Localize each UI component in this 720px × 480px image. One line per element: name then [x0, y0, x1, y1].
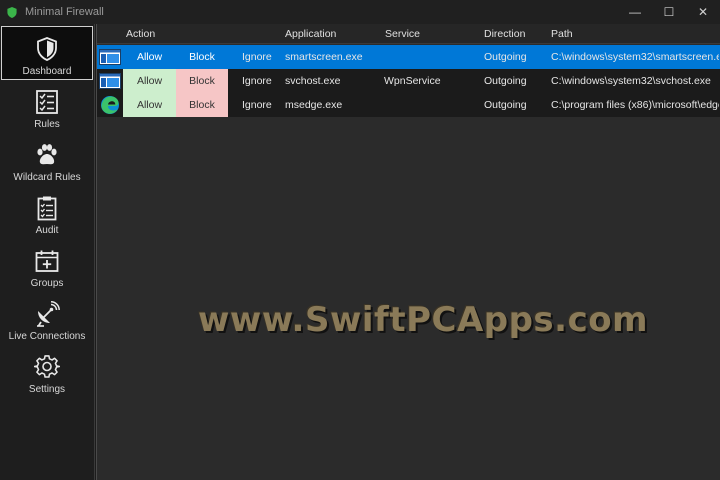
- dashboard-panel: Action Application Service Direction Pat…: [96, 24, 720, 480]
- column-header-direction[interactable]: Direction: [484, 28, 525, 40]
- checklist-icon: [36, 90, 58, 114]
- table-row[interactable]: Allow Block Ignore smartscreen.exe Outgo…: [97, 45, 720, 69]
- sidebar: Dashboard Rules Wildcard Rules Audit Gro…: [0, 24, 95, 480]
- column-header-path[interactable]: Path: [551, 28, 573, 40]
- watermark: www.SwiftPCApps.com: [198, 300, 649, 340]
- allow-button[interactable]: Allow: [123, 45, 176, 69]
- application-cell: smartscreen.exe: [285, 51, 363, 63]
- direction-cell: Outgoing: [484, 99, 527, 111]
- calendar-plus-icon: [35, 250, 59, 272]
- block-button[interactable]: Block: [176, 93, 228, 117]
- sidebar-item-label: Settings: [28, 384, 66, 395]
- shield-icon: [37, 37, 57, 61]
- sidebar-item-label: Dashboard: [22, 66, 72, 77]
- app-icon-cell: [97, 45, 123, 69]
- title-bar: Minimal Firewall — ☐ ✕: [0, 0, 720, 24]
- close-button[interactable]: ✕: [686, 0, 720, 24]
- sidebar-item-label: Audit: [35, 225, 59, 236]
- sidebar-item-label: Rules: [34, 119, 60, 130]
- sidebar-item-label: Live Connections: [8, 331, 86, 342]
- path-cell: C:\windows\system32\smartscreen.exe: [551, 51, 719, 63]
- sidebar-item-wildcard-rules[interactable]: Wildcard Rules: [0, 133, 94, 187]
- sidebar-item-dashboard[interactable]: Dashboard: [1, 26, 93, 80]
- app-icon-cell: [97, 93, 123, 117]
- edge-browser-icon: [101, 96, 119, 114]
- sidebar-item-settings[interactable]: Settings: [0, 345, 94, 399]
- window-app-icon: [99, 73, 121, 89]
- block-button[interactable]: Block: [176, 69, 228, 93]
- table-header: Action Application Service Direction Pat…: [97, 24, 720, 44]
- application-cell: msedge.exe: [285, 99, 343, 111]
- window-controls: — ☐ ✕: [618, 0, 720, 24]
- path-cell: C:\program files (x86)\microsoft\edge...: [551, 99, 719, 111]
- minimize-button[interactable]: —: [618, 0, 652, 24]
- column-header-application[interactable]: Application: [285, 28, 336, 40]
- direction-cell: Outgoing: [484, 75, 527, 87]
- window-app-icon: [99, 49, 121, 65]
- paw-icon: [37, 144, 57, 165]
- service-cell: [384, 93, 480, 117]
- sidebar-item-label: Wildcard Rules: [13, 172, 81, 183]
- sidebar-item-live-connections[interactable]: Live Connections: [0, 292, 94, 346]
- column-header-action[interactable]: Action: [126, 28, 155, 40]
- ignore-button[interactable]: Ignore: [242, 45, 282, 69]
- maximize-button[interactable]: ☐: [652, 0, 686, 24]
- allow-button[interactable]: Allow: [123, 69, 176, 93]
- sidebar-item-label: Groups: [30, 278, 64, 289]
- column-header-service[interactable]: Service: [385, 28, 420, 40]
- table-row[interactable]: Allow Block Ignore msedge.exe Outgoing C…: [97, 93, 720, 117]
- window-title: Minimal Firewall: [25, 6, 104, 18]
- table-row[interactable]: Allow Block Ignore svchost.exe WpnServic…: [97, 69, 720, 93]
- block-button[interactable]: Block: [176, 45, 228, 69]
- clipboard-icon: [37, 196, 57, 221]
- direction-cell: Outgoing: [484, 51, 527, 63]
- service-cell: WpnService: [384, 75, 441, 87]
- ignore-button[interactable]: Ignore: [242, 93, 282, 117]
- ignore-button[interactable]: Ignore: [242, 69, 282, 93]
- satellite-dish-icon: [37, 301, 60, 327]
- app-icon-cell: [97, 69, 123, 93]
- application-cell: svchost.exe: [285, 75, 341, 87]
- sidebar-item-groups[interactable]: Groups: [0, 239, 94, 293]
- service-cell: [384, 45, 480, 69]
- gear-icon: [34, 355, 60, 378]
- path-cell: C:\windows\system32\svchost.exe: [551, 75, 711, 87]
- sidebar-item-audit[interactable]: Audit: [0, 186, 94, 240]
- allow-button[interactable]: Allow: [123, 93, 176, 117]
- sidebar-item-rules[interactable]: Rules: [0, 80, 94, 134]
- app-shield-icon: [7, 6, 17, 18]
